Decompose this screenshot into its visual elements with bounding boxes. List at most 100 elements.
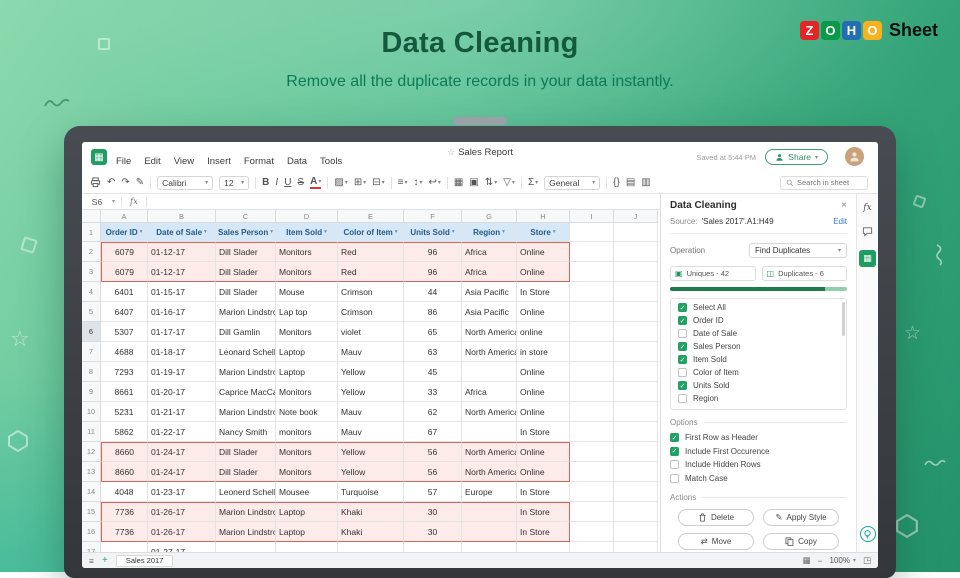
row-number[interactable]: 2 <box>82 242 101 262</box>
cell[interactable]: Yellow <box>338 382 404 402</box>
cell[interactable]: 30 <box>404 522 462 542</box>
borders-icon[interactable]: ⊞▾ <box>354 178 366 188</box>
row-number[interactable]: 3 <box>82 262 101 282</box>
checkbox-icon[interactable]: ✓ <box>670 447 679 456</box>
option-include-hidden-rows[interactable]: Include Hidden Rows <box>670 458 847 472</box>
cell[interactable]: Yellow <box>338 462 404 482</box>
checklist-item-sales-person[interactable]: ✓Sales Person <box>671 340 846 353</box>
fullscreen-icon[interactable]: ◳ <box>863 555 871 566</box>
empty-cell[interactable] <box>570 442 614 462</box>
cell[interactable]: Africa <box>462 242 517 262</box>
cell[interactable]: 86 <box>404 302 462 322</box>
cell[interactable]: Crimson <box>338 282 404 302</box>
empty-cell[interactable] <box>614 242 658 262</box>
cell[interactable]: online <box>517 322 570 342</box>
column-header-G[interactable]: G <box>462 210 517 223</box>
column-header-B[interactable]: B <box>148 210 216 223</box>
column-header-A[interactable]: A <box>101 210 148 223</box>
row-number[interactable]: 10 <box>82 402 101 422</box>
empty-cell[interactable] <box>614 522 658 542</box>
header-cell[interactable]: Date of Sale▾ <box>148 223 216 242</box>
cell[interactable]: In Store <box>517 482 570 502</box>
cell[interactable] <box>338 542 404 552</box>
cell-reference[interactable]: S6 <box>82 197 112 207</box>
cell[interactable]: Laptop <box>276 342 338 362</box>
row-number[interactable]: 17 <box>82 542 101 552</box>
cell[interactable]: 7736 <box>101 502 148 522</box>
cell[interactable]: Lap top <box>276 302 338 322</box>
cell[interactable]: 01-26-17 <box>148 502 216 522</box>
close-icon[interactable]: × <box>841 200 847 211</box>
row-number[interactable]: 4 <box>82 282 101 302</box>
data-cleaning-icon[interactable]: ▦ <box>859 250 876 267</box>
sort-icon[interactable]: ⇅▾ <box>485 178 497 188</box>
row-number[interactable]: 14 <box>82 482 101 502</box>
cell[interactable]: 8661 <box>101 382 148 402</box>
copy-button[interactable]: Copy <box>763 533 839 550</box>
cell[interactable]: 8660 <box>101 462 148 482</box>
cell[interactable]: 5307 <box>101 322 148 342</box>
empty-cell[interactable] <box>570 542 614 552</box>
row-number[interactable]: 16 <box>82 522 101 542</box>
checklist-item-order-id[interactable]: ✓Order ID <box>671 314 846 327</box>
search-input[interactable] <box>797 178 862 187</box>
cell[interactable]: Marion Lindstrom <box>216 362 276 382</box>
cell[interactable]: Africa <box>462 382 517 402</box>
checkbox-icon[interactable]: ✓ <box>678 342 687 351</box>
row-number[interactable]: 15 <box>82 502 101 522</box>
empty-cell[interactable] <box>570 262 614 282</box>
cell[interactable] <box>404 542 462 552</box>
favorite-star-icon[interactable]: ☆ <box>447 147 455 157</box>
empty-cell[interactable] <box>570 482 614 502</box>
filter-icon[interactable]: ▾ <box>395 229 398 235</box>
empty-cell[interactable] <box>570 422 614 442</box>
text-color-icon[interactable]: A▾ <box>310 177 321 189</box>
row-number[interactable]: 7 <box>82 342 101 362</box>
cell[interactable]: 01-17-17 <box>148 322 216 342</box>
comment-icon[interactable] <box>862 226 873 237</box>
cell[interactable]: Red <box>338 262 404 282</box>
cell[interactable]: Asia Pacific <box>462 302 517 322</box>
cell[interactable]: Dill Slader <box>216 442 276 462</box>
cell[interactable]: Europe <box>462 482 517 502</box>
freeze-icon[interactable]: ▥ <box>641 178 650 188</box>
cell[interactable]: 01-15-17 <box>148 282 216 302</box>
empty-cell[interactable] <box>614 542 658 552</box>
italic-icon[interactable]: I <box>275 178 278 188</box>
cell[interactable]: Khaki <box>338 522 404 542</box>
cell[interactable]: 56 <box>404 442 462 462</box>
cell[interactable]: Red <box>338 242 404 262</box>
cell[interactable]: In Store <box>517 522 570 542</box>
cell[interactable]: Online <box>517 362 570 382</box>
cell[interactable]: Laptop <box>276 522 338 542</box>
sheet-search-box[interactable] <box>780 176 868 190</box>
redo-icon[interactable]: ↷ <box>121 178 129 188</box>
font-family-select[interactable]: Calibri▾ <box>157 176 213 190</box>
print-icon[interactable] <box>90 177 101 188</box>
cell[interactable]: 6079 <box>101 242 148 262</box>
cell[interactable]: 4048 <box>101 482 148 502</box>
cell[interactable]: Marion Lindstrom <box>216 522 276 542</box>
cell[interactable]: North America <box>462 442 517 462</box>
cell[interactable]: 01-12-17 <box>148 262 216 282</box>
zia-lightbulb-icon[interactable] <box>860 526 876 542</box>
empty-cell[interactable] <box>570 362 614 382</box>
empty-cell[interactable] <box>614 462 658 482</box>
cell[interactable]: Online <box>517 382 570 402</box>
cell[interactable]: Mouse <box>276 282 338 302</box>
merge-cells-icon[interactable]: ⊟▾ <box>372 178 384 188</box>
cell[interactable]: 67 <box>404 422 462 442</box>
cell[interactable]: North America <box>462 462 517 482</box>
empty-cell[interactable] <box>570 402 614 422</box>
cell[interactable]: Caprice MacCart <box>216 382 276 402</box>
column-header-H[interactable]: H <box>517 210 570 223</box>
cell[interactable]: Online <box>517 302 570 322</box>
edit-source-link[interactable]: Edit <box>833 217 847 226</box>
bold-icon[interactable]: B <box>262 178 269 188</box>
cell[interactable]: Yellow <box>338 362 404 382</box>
row-number[interactable]: 1 <box>82 223 101 242</box>
empty-cell[interactable] <box>614 502 658 522</box>
filter-icon[interactable]: ▾ <box>452 229 455 235</box>
cell[interactable]: Monitors <box>276 462 338 482</box>
cell[interactable] <box>101 542 148 552</box>
